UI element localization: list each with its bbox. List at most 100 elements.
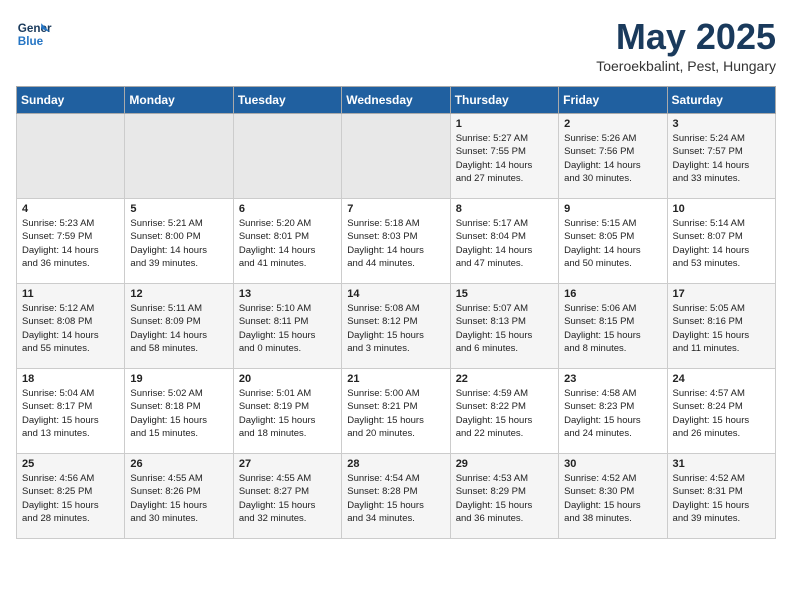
calendar-week-row: 18 Sunrise: 5:04 AM Sunset: 8:17 PM Dayli… [17, 369, 776, 454]
day-info: Sunrise: 5:23 AM Sunset: 7:59 PM Dayligh… [22, 217, 119, 270]
day-number: 19 [130, 373, 227, 385]
col-thursday: Thursday [450, 87, 558, 114]
table-row: 13 Sunrise: 5:10 AM Sunset: 8:11 PM Dayli… [233, 284, 341, 369]
day-number: 15 [456, 288, 553, 300]
col-wednesday: Wednesday [342, 87, 450, 114]
table-row: 6Sunrise: 5:20 AM Sunset: 8:01 PM Daylig… [233, 199, 341, 284]
table-row [125, 114, 233, 199]
table-row: 12 Sunrise: 5:11 AM Sunset: 8:09 PM Dayli… [125, 284, 233, 369]
day-info: Sunrise: 5:18 AM Sunset: 8:03 PM Dayligh… [347, 217, 444, 270]
calendar-subtitle: Toeroekbalint, Pest, Hungary [596, 58, 776, 74]
title-area: May 2025 Toeroekbalint, Pest, Hungary [596, 16, 776, 74]
col-saturday: Saturday [667, 87, 775, 114]
day-number: 27 [239, 458, 336, 470]
day-number: 31 [673, 458, 770, 470]
day-number: 4 [22, 203, 119, 215]
table-row: 25Sunrise: 4:56 AM Sunset: 8:25 PM Dayli… [17, 454, 125, 539]
table-row: 22 Sunrise: 4:59 AM Sunset: 8:22 PM Dayli… [450, 369, 558, 454]
day-info: Sunrise: 5:26 AM Sunset: 7:56 PM Dayligh… [564, 132, 661, 185]
day-info: Sunrise: 5:24 AM Sunset: 7:57 PM Dayligh… [673, 132, 770, 185]
col-sunday: Sunday [17, 87, 125, 114]
calendar-header-row: Sunday Monday Tuesday Wednesday Thursday… [17, 87, 776, 114]
table-row: 1Sunrise: 5:27 AM Sunset: 7:55 PM Daylig… [450, 114, 558, 199]
table-row: 31 Sunrise: 4:52 AM Sunset: 8:31 PM Dayli… [667, 454, 775, 539]
table-row: 10 Sunrise: 5:14 AM Sunset: 8:07 PM Dayli… [667, 199, 775, 284]
calendar-week-row: 25Sunrise: 4:56 AM Sunset: 8:25 PM Dayli… [17, 454, 776, 539]
table-row: 24 Sunrise: 4:57 AM Sunset: 8:24 PM Dayli… [667, 369, 775, 454]
table-row: 11 Sunrise: 5:12 AM Sunset: 8:08 PM Dayli… [17, 284, 125, 369]
page-header: General Blue May 2025 Toeroekbalint, Pes… [16, 16, 776, 74]
table-row: 8 Sunrise: 5:17 AM Sunset: 8:04 PM Daylig… [450, 199, 558, 284]
svg-text:Blue: Blue [18, 35, 44, 48]
day-number: 6 [239, 203, 336, 215]
day-info: Sunrise: 5:17 AM Sunset: 8:04 PM Dayligh… [456, 217, 553, 270]
day-info: Sunrise: 5:02 AM Sunset: 8:18 PM Dayligh… [130, 387, 227, 440]
day-number: 16 [564, 288, 661, 300]
table-row: 26Sunrise: 4:55 AM Sunset: 8:26 PM Dayli… [125, 454, 233, 539]
day-number: 20 [239, 373, 336, 385]
col-friday: Friday [559, 87, 667, 114]
table-row: 16Sunrise: 5:06 AM Sunset: 8:15 PM Dayli… [559, 284, 667, 369]
day-number: 28 [347, 458, 444, 470]
day-number: 11 [22, 288, 119, 300]
table-row: 28 Sunrise: 4:54 AM Sunset: 8:28 PM Dayli… [342, 454, 450, 539]
svg-text:General: General [18, 22, 52, 35]
day-info: Sunrise: 5:01 AM Sunset: 8:19 PM Dayligh… [239, 387, 336, 440]
table-row [17, 114, 125, 199]
table-row: 17Sunrise: 5:05 AM Sunset: 8:16 PM Dayli… [667, 284, 775, 369]
day-info: Sunrise: 5:21 AM Sunset: 8:00 PM Dayligh… [130, 217, 227, 270]
table-row [233, 114, 341, 199]
day-info: Sunrise: 5:07 AM Sunset: 8:13 PM Dayligh… [456, 302, 553, 355]
table-row: 14Sunrise: 5:08 AM Sunset: 8:12 PM Dayli… [342, 284, 450, 369]
table-row: 2 Sunrise: 5:26 AM Sunset: 7:56 PM Daylig… [559, 114, 667, 199]
day-info: Sunrise: 5:11 AM Sunset: 8:09 PM Dayligh… [130, 302, 227, 355]
day-number: 13 [239, 288, 336, 300]
day-info: Sunrise: 4:52 AM Sunset: 8:31 PM Dayligh… [673, 472, 770, 525]
day-number: 30 [564, 458, 661, 470]
table-row: 21Sunrise: 5:00 AM Sunset: 8:21 PM Dayli… [342, 369, 450, 454]
day-number: 12 [130, 288, 227, 300]
day-number: 17 [673, 288, 770, 300]
table-row: 19 Sunrise: 5:02 AM Sunset: 8:18 PM Dayli… [125, 369, 233, 454]
day-info: Sunrise: 4:53 AM Sunset: 8:29 PM Dayligh… [456, 472, 553, 525]
day-number: 10 [673, 203, 770, 215]
day-info: Sunrise: 5:12 AM Sunset: 8:08 PM Dayligh… [22, 302, 119, 355]
day-number: 18 [22, 373, 119, 385]
day-info: Sunrise: 5:08 AM Sunset: 8:12 PM Dayligh… [347, 302, 444, 355]
col-monday: Monday [125, 87, 233, 114]
day-info: Sunrise: 4:56 AM Sunset: 8:25 PM Dayligh… [22, 472, 119, 525]
calendar-week-row: 1Sunrise: 5:27 AM Sunset: 7:55 PM Daylig… [17, 114, 776, 199]
table-row: 3 Sunrise: 5:24 AM Sunset: 7:57 PM Daylig… [667, 114, 775, 199]
logo-icon: General Blue [16, 16, 52, 52]
table-row: 29Sunrise: 4:53 AM Sunset: 8:29 PM Dayli… [450, 454, 558, 539]
table-row: 27Sunrise: 4:55 AM Sunset: 8:27 PM Dayli… [233, 454, 341, 539]
table-row: 4 Sunrise: 5:23 AM Sunset: 7:59 PM Daylig… [17, 199, 125, 284]
day-number: 26 [130, 458, 227, 470]
day-number: 7 [347, 203, 444, 215]
day-number: 2 [564, 118, 661, 130]
day-number: 5 [130, 203, 227, 215]
day-info: Sunrise: 5:14 AM Sunset: 8:07 PM Dayligh… [673, 217, 770, 270]
logo: General Blue [16, 16, 52, 52]
day-number: 3 [673, 118, 770, 130]
day-info: Sunrise: 4:59 AM Sunset: 8:22 PM Dayligh… [456, 387, 553, 440]
day-info: Sunrise: 4:57 AM Sunset: 8:24 PM Dayligh… [673, 387, 770, 440]
table-row: 20 Sunrise: 5:01 AM Sunset: 8:19 PM Dayli… [233, 369, 341, 454]
table-row: 7 Sunrise: 5:18 AM Sunset: 8:03 PM Daylig… [342, 199, 450, 284]
day-number: 8 [456, 203, 553, 215]
table-row: 9 Sunrise: 5:15 AM Sunset: 8:05 PM Daylig… [559, 199, 667, 284]
day-number: 24 [673, 373, 770, 385]
day-info: Sunrise: 5:15 AM Sunset: 8:05 PM Dayligh… [564, 217, 661, 270]
calendar-title: May 2025 [596, 16, 776, 58]
col-tuesday: Tuesday [233, 87, 341, 114]
calendar-week-row: 11 Sunrise: 5:12 AM Sunset: 8:08 PM Dayli… [17, 284, 776, 369]
day-number: 22 [456, 373, 553, 385]
day-info: Sunrise: 4:54 AM Sunset: 8:28 PM Dayligh… [347, 472, 444, 525]
table-row [342, 114, 450, 199]
day-number: 9 [564, 203, 661, 215]
table-row: 23Sunrise: 4:58 AM Sunset: 8:23 PM Dayli… [559, 369, 667, 454]
day-number: 21 [347, 373, 444, 385]
day-info: Sunrise: 5:04 AM Sunset: 8:17 PM Dayligh… [22, 387, 119, 440]
table-row: 5 Sunrise: 5:21 AM Sunset: 8:00 PM Daylig… [125, 199, 233, 284]
day-info: Sunrise: 5:10 AM Sunset: 8:11 PM Dayligh… [239, 302, 336, 355]
